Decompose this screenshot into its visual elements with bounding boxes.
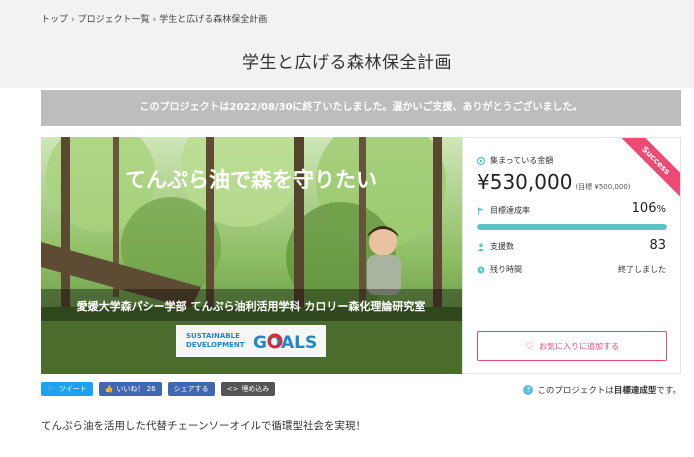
project-type-suffix: です。	[656, 386, 681, 396]
breadcrumb: トップ › プロジェクト一覧 › 学生と広げる森林保全計画	[41, 12, 267, 25]
sdgs-goals: GOALS	[253, 333, 317, 353]
forest-photo: てんぷら油で森を守りたい 愛媛大学森パシー学部 てんぷら油利活用学科 カロリー森…	[41, 137, 462, 374]
heart-icon: ♡	[525, 340, 534, 352]
like-button[interactable]: 👍 いいね！ 26	[98, 382, 162, 396]
person-icon	[477, 243, 485, 251]
coin-icon	[476, 156, 486, 165]
progress-fill	[477, 224, 667, 230]
share-label: シェアする	[173, 385, 209, 393]
question-icon[interactable]: ?	[523, 385, 534, 395]
hero-headline: てんぷら油で森を守りたい	[125, 168, 377, 192]
collected-label: 集まっている金額	[490, 156, 554, 165]
sdgs-line2: DEVELOPMENT	[186, 341, 245, 349]
add-favorite-label: お気に入りに追加する	[538, 341, 619, 351]
rate-number: 106	[631, 201, 657, 216]
supporters-value: 83	[649, 238, 666, 253]
project-type-note: ? このプロジェクトは 目標達成型 です。	[523, 384, 681, 396]
collected-label-row: 集まっている金額	[476, 155, 554, 166]
project-type-bold: 目標達成型	[613, 386, 657, 396]
flag-icon	[477, 207, 485, 215]
clock-icon	[477, 266, 485, 274]
supporters-label-row: 支援数	[477, 241, 514, 252]
project-description: てんぷら油を活用した代替チェーンソーオイルで循環型社会を実現！	[41, 420, 366, 432]
rate-label-row: 目標達成率	[477, 205, 530, 216]
embed-button[interactable]: <> 埋め込み	[220, 382, 276, 396]
rate-unit: %	[656, 204, 666, 215]
like-label: いいね！ 26	[116, 385, 156, 393]
ended-notice: このプロジェクトは2022/08/30に終了いたしました。温かいご支援、ありがと…	[41, 90, 681, 126]
remaining-label-row: 残り時間	[477, 264, 522, 275]
embed-label: 埋め込み	[241, 385, 270, 393]
rate-value: 106%	[632, 201, 666, 216]
remaining-label: 残り時間	[490, 265, 522, 274]
code-icon: <>	[226, 385, 239, 393]
breadcrumb-item-top[interactable]: トップ	[41, 15, 68, 25]
sdgs-line1: SUSTAINABLE	[186, 332, 240, 340]
add-favorite-button[interactable]: ♡ お気に入りに追加する	[477, 331, 667, 361]
share-button[interactable]: シェアする	[167, 382, 215, 396]
funding-panel: Success 集まっている金額 ¥530,000 (目標 ¥500,000) 目…	[462, 137, 681, 374]
amount-row: ¥530,000 (目標 ¥500,000)	[477, 170, 631, 194]
breadcrumb-item-current: 学生と広げる森林保全計画	[159, 15, 268, 25]
breadcrumb-separator: ›	[71, 15, 75, 25]
page-title: 学生と広げる森林保全計画	[242, 53, 452, 73]
thumbs-up-icon: 👍	[104, 385, 114, 393]
social-buttons: 🐦 ツイート 👍 いいね！ 26 シェアする <> 埋め込み	[41, 382, 276, 396]
progress-bar	[477, 224, 667, 230]
breadcrumb-item-projects[interactable]: プロジェクト一覧	[78, 15, 150, 25]
remaining-value: 終了しました	[618, 265, 666, 274]
breadcrumb-separator: ›	[152, 15, 157, 25]
project-main-image: てんぷら油で森を守りたい 愛媛大学森パシー学部 てんぷら油利活用学科 カロリー森…	[41, 137, 462, 374]
project-type-prefix: このプロジェクトは	[537, 386, 614, 396]
hero-lab-caption: 愛媛大学森パシー学部 てんぷら油利活用学科 カロリー森化理論研究室	[77, 299, 426, 313]
rate-label: 目標達成率	[490, 206, 530, 215]
twitter-bird-icon: 🐦	[47, 385, 56, 393]
supporters-label: 支援数	[490, 242, 514, 251]
tweet-button[interactable]: 🐦 ツイート	[41, 382, 93, 396]
collected-amount: ¥530,000	[477, 170, 573, 194]
target-amount: (目標 ¥500,000)	[575, 183, 631, 191]
tweet-label: ツイート	[58, 385, 87, 393]
